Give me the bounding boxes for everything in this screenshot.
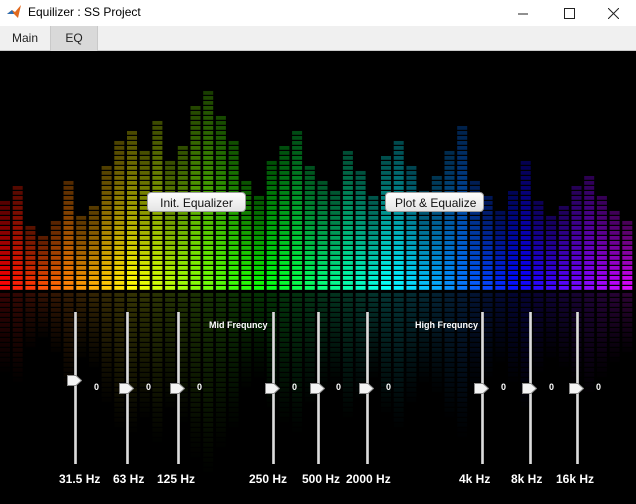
title-bar: Equilizer : SS Project [0, 0, 636, 26]
frequency-label: 31.5 Hz [59, 472, 101, 486]
minimize-icon [517, 13, 528, 14]
frequency-label: 4k Hz [459, 472, 491, 486]
slider-thumb-icon[interactable] [569, 383, 584, 394]
slider-value: 0 [336, 382, 342, 392]
frequency-label: 2000 Hz [346, 472, 391, 486]
matlab-logo-icon [7, 5, 21, 18]
slider-8k-hz[interactable] [515, 312, 545, 464]
slider-thumb-icon[interactable] [170, 383, 185, 394]
slider-4k-hz[interactable] [467, 312, 497, 464]
slider-value: 0 [292, 382, 298, 392]
slider-value: 0 [549, 382, 555, 392]
plot-equalize-button[interactable]: Plot & Equalize [385, 192, 484, 212]
slider-value: 0 [146, 382, 152, 392]
tab-eq[interactable]: EQ [50, 26, 98, 51]
close-icon [607, 7, 619, 19]
slider-2000-hz[interactable] [352, 312, 382, 464]
init-equalizer-button[interactable]: Init. Equalizer [147, 192, 246, 212]
tab-bar: Main EQ [0, 26, 636, 51]
slider-value: 0 [197, 382, 203, 392]
frequency-label: 250 Hz [249, 472, 288, 486]
slider-track[interactable] [74, 312, 77, 464]
maximize-icon [563, 7, 575, 19]
slider-250-hz[interactable] [258, 312, 288, 464]
tab-main[interactable]: Main [0, 26, 50, 51]
frequency-label: 63 Hz [113, 472, 145, 486]
slider-500-hz[interactable] [303, 312, 333, 464]
frequency-label: 125 Hz [157, 472, 196, 486]
slider-thumb-icon[interactable] [310, 383, 325, 394]
slider-thumb-icon[interactable] [474, 383, 489, 394]
frequency-label: 8k Hz [511, 472, 543, 486]
slider-thumb-icon[interactable] [359, 383, 374, 394]
slider-thumb-icon[interactable] [119, 383, 134, 394]
slider-value: 0 [386, 382, 392, 392]
slider-value: 0 [596, 382, 602, 392]
slider-63-hz[interactable] [112, 312, 142, 464]
slider-thumb-icon[interactable] [67, 375, 82, 386]
slider-16k-hz[interactable] [562, 312, 592, 464]
frequency-label: 500 Hz [302, 472, 341, 486]
slider-31-5-hz[interactable] [60, 312, 90, 464]
equalizer-panel: Init. Equalizer Plot & Equalize Mid Freq… [0, 51, 636, 504]
frequency-label: 16k Hz [556, 472, 595, 486]
minimize-button[interactable] [500, 0, 546, 26]
slider-125-hz[interactable] [163, 312, 193, 464]
window-title: Equilizer : SS Project [28, 5, 141, 19]
slider-value: 0 [94, 382, 100, 392]
maximize-button[interactable] [546, 0, 592, 26]
slider-thumb-icon[interactable] [265, 383, 280, 394]
slider-value: 0 [501, 382, 507, 392]
slider-thumb-icon[interactable] [522, 383, 537, 394]
close-button[interactable] [590, 0, 636, 26]
